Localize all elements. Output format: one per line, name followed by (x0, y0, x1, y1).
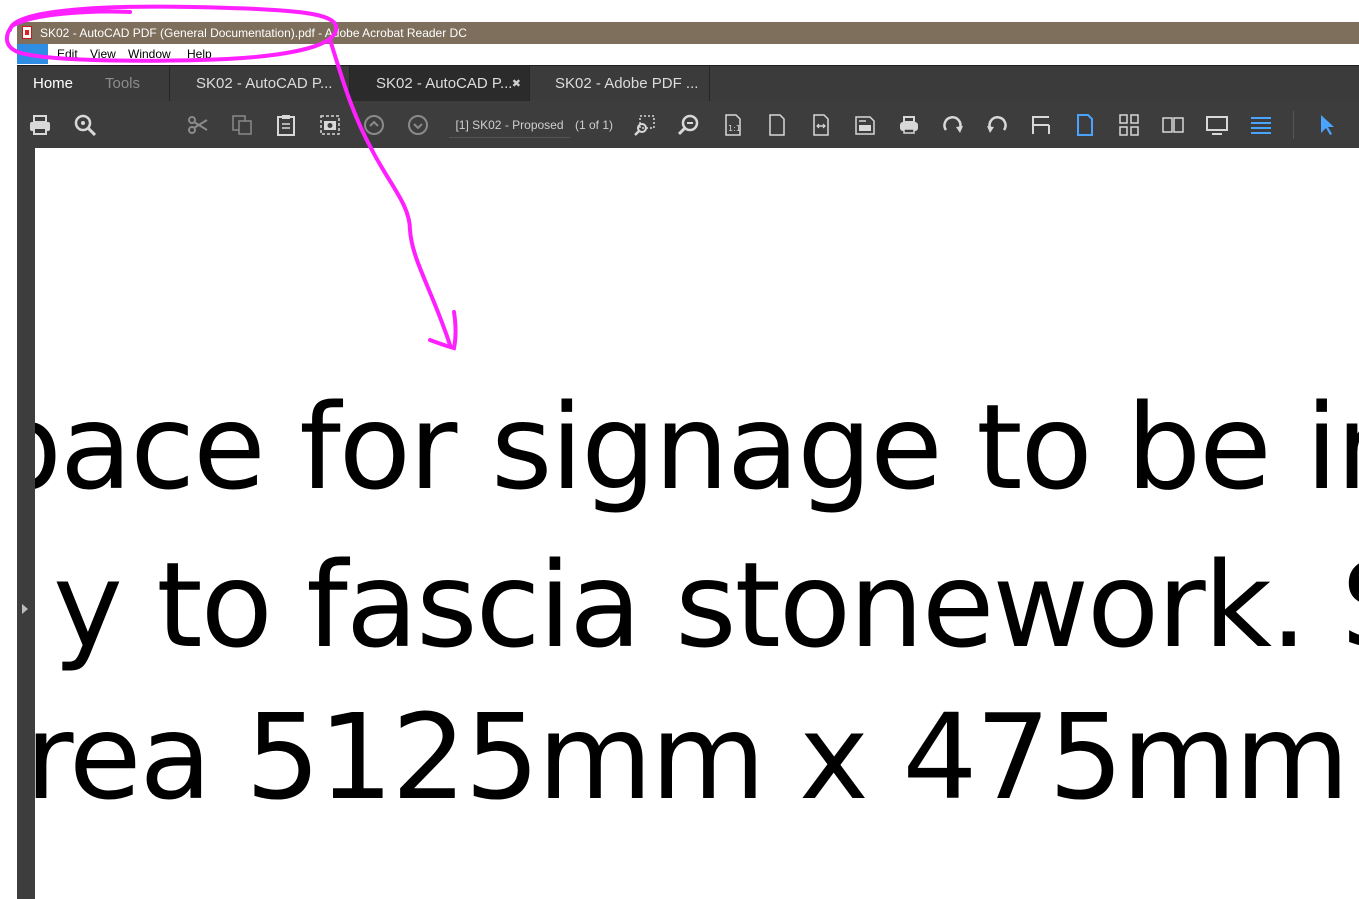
fit-visible-icon[interactable] (852, 112, 878, 138)
menu-file-highlight[interactable] (17, 44, 48, 64)
menu-edit[interactable]: Edit (57, 47, 78, 61)
tab-document-1[interactable]: SK02 - AutoCAD P... (170, 66, 350, 102)
marquee-zoom-icon[interactable] (632, 112, 658, 138)
tab-bar: Home Tools SK02 - AutoCAD P... SK02 - Au… (17, 65, 1359, 102)
print-toolbar-icon[interactable] (896, 112, 922, 138)
single-page-icon[interactable] (1072, 112, 1098, 138)
tab-document-2[interactable]: SK02 - AutoCAD P... ✖ (350, 66, 530, 102)
tab-document-1-label: SK02 - AutoCAD P... (196, 75, 333, 92)
menu-window[interactable]: Window (128, 47, 171, 61)
svg-text:1:1: 1:1 (728, 124, 741, 133)
zoom-icon[interactable] (676, 112, 702, 138)
toolbar-separator (1293, 111, 1294, 139)
zoom-search-icon[interactable] (72, 112, 98, 138)
document-text-line-3: rea 5125mm x 475mm (35, 688, 1349, 826)
window-title: SK02 - AutoCAD PDF (General Documentatio… (40, 26, 467, 40)
continuous-icon[interactable] (1116, 112, 1142, 138)
fit-page-icon[interactable] (764, 112, 790, 138)
expand-pane-icon[interactable] (22, 604, 28, 614)
presentation-icon[interactable] (1204, 112, 1230, 138)
snapshot-icon[interactable] (317, 112, 343, 138)
tab-tools[interactable]: Tools (87, 66, 170, 102)
tab-document-2-label: SK02 - AutoCAD P... (376, 75, 513, 92)
select-cursor-icon[interactable] (1314, 112, 1340, 138)
tab-home[interactable]: Home (17, 66, 87, 102)
window-title-bar[interactable]: SK02 - AutoCAD PDF (General Documentatio… (17, 22, 1359, 44)
navigation-pane-rail[interactable] (17, 148, 35, 899)
quick-tools-toolbar: [1] SK02 - Proposed (1 of 1) 1:1 (17, 101, 1359, 148)
two-page-icon[interactable] (1160, 112, 1186, 138)
cut-icon[interactable] (185, 112, 211, 138)
print-icon[interactable] (27, 112, 53, 138)
rotate-clockwise-icon[interactable] (940, 112, 966, 138)
document-view[interactable]: pace for signage to be in y to fascia st… (35, 148, 1359, 899)
tab-document-3-label: SK02 - Adobe PDF ... (555, 75, 699, 92)
tab-document-3[interactable]: SK02 - Adobe PDF ... (530, 66, 710, 102)
document-text-line-1: pace for signage to be in (35, 378, 1359, 516)
previous-page-icon[interactable] (361, 112, 387, 138)
close-tab-icon[interactable]: ✖ (512, 66, 521, 102)
reading-mode-icon[interactable] (1248, 112, 1274, 138)
menu-bar: Edit View Window Help (17, 44, 1359, 64)
copy-icon[interactable] (229, 112, 255, 138)
page-number-field[interactable]: [1] SK02 - Proposed (449, 113, 570, 138)
split-icon[interactable] (1028, 112, 1054, 138)
page-count: (1 of 1) (575, 118, 614, 132)
document-text-line-2: y to fascia stonework. S (53, 536, 1359, 674)
menu-view[interactable]: View (90, 47, 116, 61)
rotate-counterclockwise-icon[interactable] (984, 112, 1010, 138)
next-page-icon[interactable] (405, 112, 431, 138)
menu-help[interactable]: Help (187, 47, 212, 61)
paste-icon[interactable] (273, 112, 299, 138)
fit-width-icon[interactable] (808, 112, 834, 138)
actual-size-icon[interactable]: 1:1 (720, 112, 746, 138)
pdf-file-icon (22, 26, 32, 39)
